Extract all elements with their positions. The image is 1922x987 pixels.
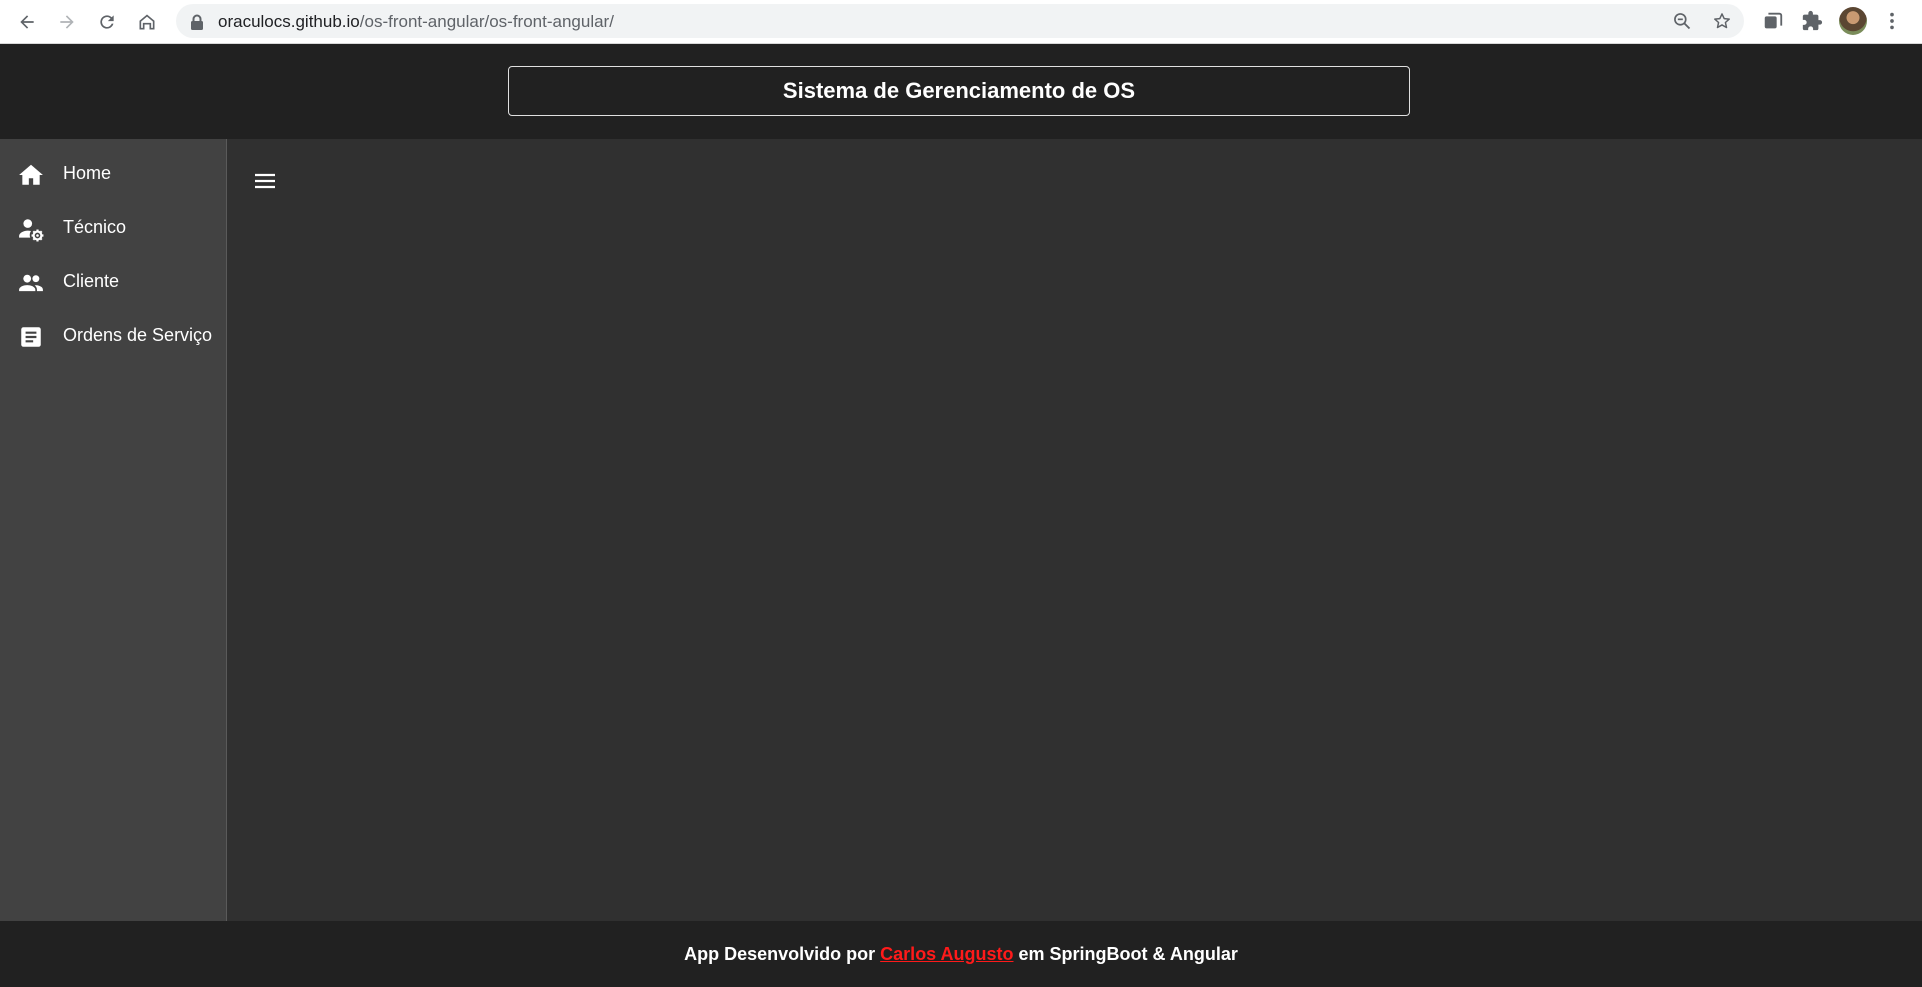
sidebar-item-label: Ordens de Serviço [63, 325, 213, 345]
url-text: oraculocs.github.io/os-front-angular/os-… [218, 12, 614, 32]
address-bar[interactable]: oraculocs.github.io/os-front-angular/os-… [176, 4, 1744, 38]
hamburger-menu-icon [255, 173, 275, 189]
main-content [227, 139, 1922, 921]
url-path: /os-front-angular/os-front-angular/ [359, 12, 614, 31]
kebab-menu-icon[interactable] [1881, 10, 1903, 32]
star-icon[interactable] [1712, 11, 1732, 31]
app-toolbar: Sistema de Gerenciamento de OS [0, 44, 1922, 139]
forward-button[interactable] [53, 8, 81, 36]
footer-prefix: App Desenvolvido por [684, 943, 881, 964]
menu-toggle-button[interactable] [249, 165, 281, 197]
lock-icon[interactable] [190, 14, 204, 30]
sidebar-item-ordens-de-servico[interactable]: Ordens de Serviço [0, 309, 226, 363]
browser-toolbar: oraculocs.github.io/os-front-angular/os-… [0, 0, 1922, 44]
footer: App Desenvolvido por Carlos Augusto em S… [0, 921, 1922, 987]
reload-icon [100, 15, 114, 29]
profile-avatar[interactable] [1839, 7, 1867, 35]
sidebar-item-tecnico[interactable]: Técnico [0, 201, 226, 255]
app-title: Sistema de Gerenciamento de OS [508, 66, 1410, 116]
url-host: oraculocs.github.io [218, 12, 360, 31]
reload-button[interactable] [93, 8, 121, 36]
sidenav: Home Técnico Cliente Ordens de Serviço [0, 139, 227, 921]
sidebar-item-label: Técnico [63, 217, 127, 237]
zoom-out-icon[interactable] [1672, 11, 1692, 31]
people-icon [19, 274, 43, 292]
home-button[interactable] [133, 8, 161, 36]
puzzle-icon[interactable] [1801, 10, 1823, 32]
sidebar-item-cliente[interactable]: Cliente [0, 255, 226, 309]
back-button[interactable] [13, 8, 41, 36]
document-icon [21, 327, 41, 347]
arrow-right-icon [60, 15, 74, 29]
home-icon [139, 14, 155, 30]
footer-suffix: em SpringBoot & Angular [1013, 943, 1238, 964]
home-icon [19, 164, 43, 185]
user-gear-icon [19, 219, 44, 242]
author-link[interactable]: Carlos Augusto [880, 944, 1013, 965]
sidebar-item-home[interactable]: Home [0, 147, 226, 201]
sidebar-item-label: Home [63, 163, 112, 183]
tab-search-icon[interactable] [1762, 10, 1784, 32]
arrow-left-icon [20, 15, 34, 29]
sidebar-item-label: Cliente [63, 271, 120, 291]
